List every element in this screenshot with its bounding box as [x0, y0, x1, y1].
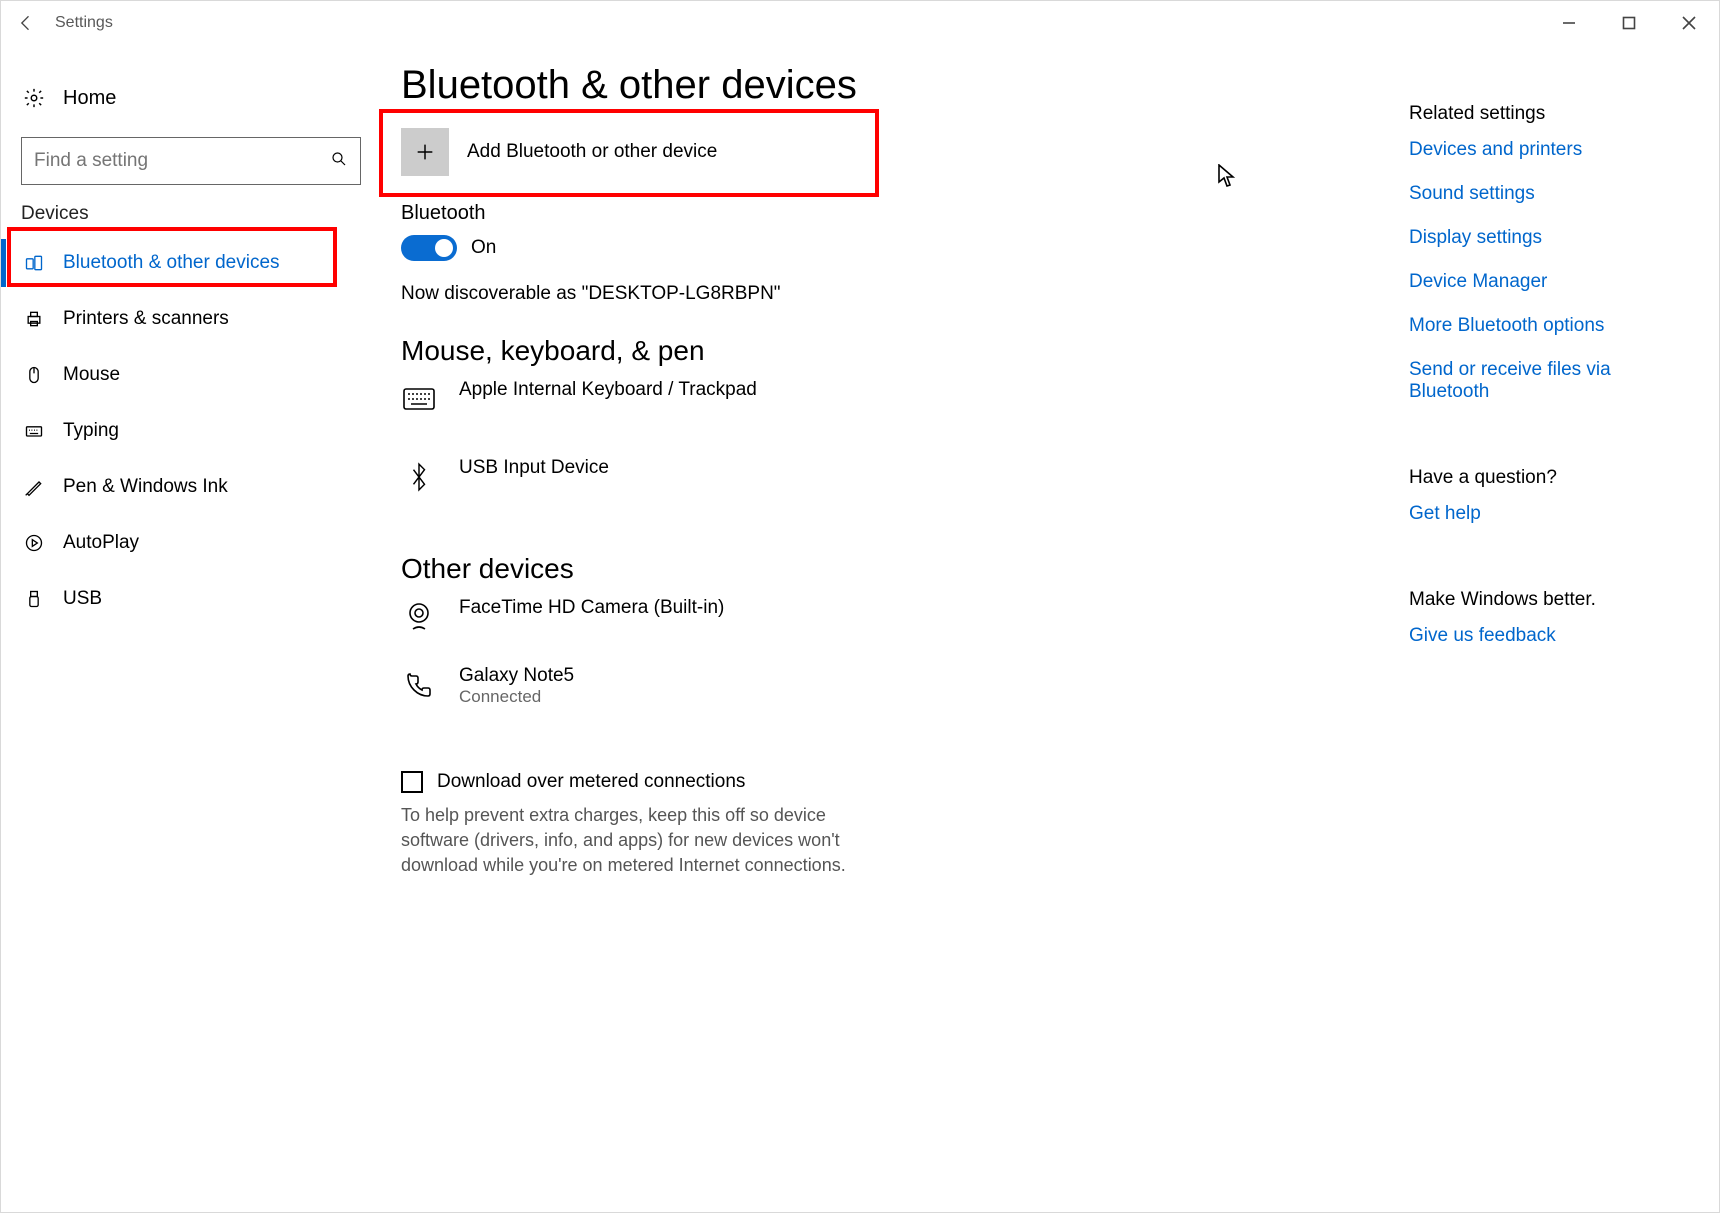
search-input[interactable] [34, 150, 330, 172]
link-sound-settings[interactable]: Sound settings [1409, 183, 1669, 205]
bluetooth-toggle[interactable] [401, 235, 457, 261]
device-name: USB Input Device [459, 457, 609, 479]
link-more-bluetooth[interactable]: More Bluetooth options [1409, 315, 1669, 337]
metered-help-text: To help prevent extra charges, keep this… [401, 803, 881, 879]
sidebar-item-printers[interactable]: Printers & scanners [1, 291, 381, 347]
keyboard-icon [23, 421, 45, 441]
maximize-button[interactable] [1599, 3, 1659, 43]
sidebar-item-autoplay[interactable]: AutoPlay [1, 515, 381, 571]
autoplay-icon [23, 533, 45, 553]
link-send-receive-bt[interactable]: Send or receive files via Bluetooth [1409, 359, 1669, 403]
sidebar-item-label: Printers & scanners [63, 308, 229, 330]
annotation-highlight [379, 109, 879, 197]
feedback-heading: Make Windows better. [1409, 589, 1669, 611]
printer-icon [23, 309, 45, 329]
window-title: Settings [51, 14, 113, 32]
titlebar: Settings [1, 1, 1719, 45]
sidebar-item-label: AutoPlay [63, 532, 139, 554]
right-column: Related settings Devices and printers So… [1409, 63, 1719, 1212]
device-name: Galaxy Note5 [459, 665, 574, 687]
link-display-settings[interactable]: Display settings [1409, 227, 1669, 249]
link-give-feedback[interactable]: Give us feedback [1409, 625, 1669, 647]
cursor-icon [1218, 164, 1236, 193]
gear-icon [23, 87, 45, 109]
device-status: Connected [459, 687, 574, 707]
sidebar-item-label: Typing [63, 420, 119, 442]
mouse-keyboard-heading: Mouse, keyboard, & pen [401, 335, 1011, 367]
device-name: Apple Internal Keyboard / Trackpad [459, 379, 757, 401]
device-row[interactable]: Galaxy Note5 Connected [401, 661, 1011, 721]
search-input-wrap[interactable] [21, 137, 361, 185]
sidebar-item-pen[interactable]: Pen & Windows Ink [1, 459, 381, 515]
bluetooth-toggle-state: On [471, 237, 496, 259]
sidebar-item-typing[interactable]: Typing [1, 403, 381, 459]
related-settings-heading: Related settings [1409, 103, 1669, 125]
back-button[interactable] [1, 13, 51, 33]
mouse-icon [23, 365, 45, 385]
link-devices-printers[interactable]: Devices and printers [1409, 139, 1669, 161]
device-row[interactable]: Apple Internal Keyboard / Trackpad [401, 375, 1011, 435]
sidebar-item-mouse[interactable]: Mouse [1, 347, 381, 403]
camera-icon [401, 599, 437, 635]
sidebar-item-usb[interactable]: USB [1, 571, 381, 627]
other-devices-heading: Other devices [401, 553, 1011, 585]
link-device-manager[interactable]: Device Manager [1409, 271, 1669, 293]
minimize-button[interactable] [1539, 3, 1599, 43]
bluetooth-icon [401, 459, 437, 495]
home-nav[interactable]: Home [1, 69, 381, 127]
link-get-help[interactable]: Get help [1409, 503, 1669, 525]
metered-label: Download over metered connections [437, 771, 745, 793]
close-button[interactable] [1659, 3, 1719, 43]
checkbox-icon[interactable] [401, 771, 423, 793]
search-icon [330, 150, 348, 173]
home-label: Home [63, 87, 116, 110]
phone-icon [401, 667, 437, 703]
question-heading: Have a question? [1409, 467, 1669, 489]
pen-icon [23, 477, 45, 497]
annotation-highlight [7, 227, 337, 287]
sidebar-item-label: USB [63, 588, 102, 610]
metered-checkbox-row[interactable]: Download over metered connections [401, 771, 1011, 793]
bluetooth-heading: Bluetooth [401, 202, 1011, 225]
sidebar-item-label: Pen & Windows Ink [63, 476, 228, 498]
sidebar: Home Devices Bluetooth & other devices P… [1, 45, 381, 1212]
keyboard-icon [401, 381, 437, 417]
device-row[interactable]: USB Input Device [401, 453, 1011, 513]
sidebar-section-label: Devices [1, 203, 381, 225]
page-title: Bluetooth & other devices [401, 63, 1011, 108]
device-row[interactable]: FaceTime HD Camera (Built-in) [401, 593, 1011, 653]
device-name: FaceTime HD Camera (Built-in) [459, 597, 724, 619]
sidebar-item-label: Mouse [63, 364, 120, 386]
discoverable-text: Now discoverable as "DESKTOP-LG8RBPN" [401, 283, 1011, 305]
usb-icon [23, 589, 45, 609]
